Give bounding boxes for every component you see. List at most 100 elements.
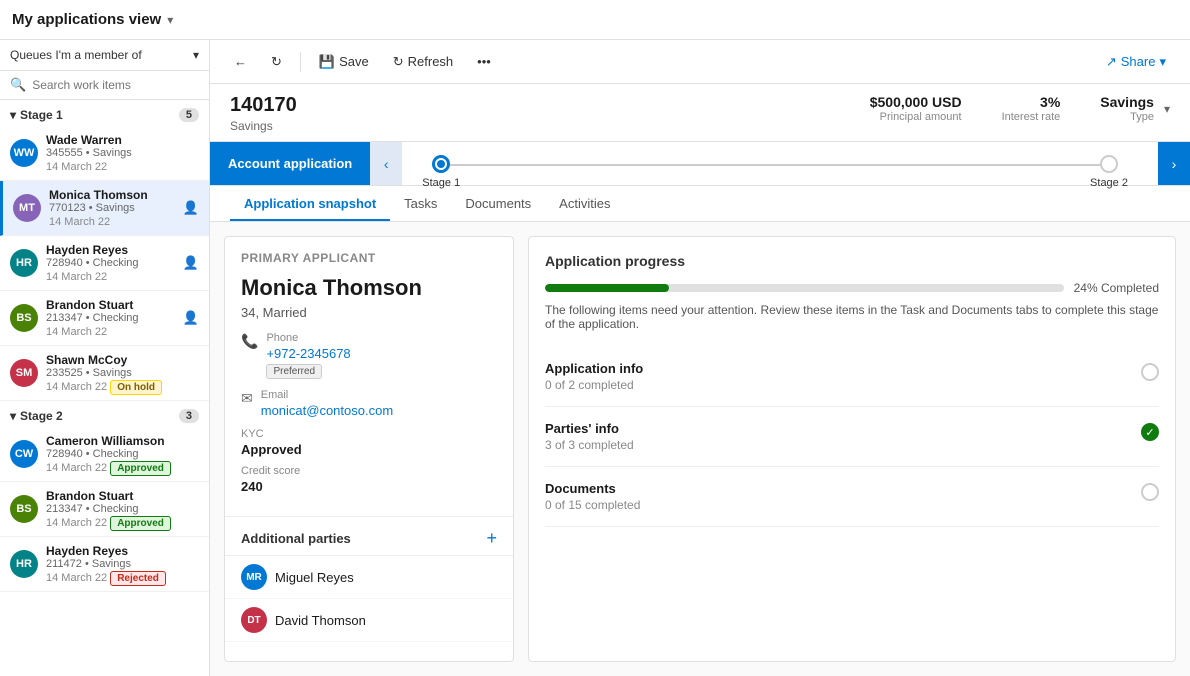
record-meta-group: $500,000 USD Principal amount 3% Interes… <box>870 94 1170 123</box>
phone-value[interactable]: +972-2345678 <box>266 346 350 361</box>
chevron-left-icon: ‹ <box>384 156 389 172</box>
add-party-button[interactable]: + <box>486 529 497 547</box>
item-info: Brandon Stuart 213347 • Checking 14 Marc… <box>46 489 199 529</box>
progress-item-icon <box>1141 363 1159 381</box>
progress-items: Application info 0 of 2 completed Partie… <box>545 347 1159 527</box>
party-name: David Thomson <box>275 613 366 628</box>
forward-button[interactable]: ↻ <box>261 49 292 75</box>
progress-item: Documents 0 of 15 completed <box>545 467 1159 527</box>
status-badge: On hold <box>110 380 162 395</box>
avatar: MT <box>13 194 41 222</box>
list-item[interactable]: HR Hayden Reyes 728940 • Checking 14 Mar… <box>0 236 209 291</box>
assign-icon[interactable]: 👤 <box>183 255 199 271</box>
assign-icon[interactable]: 👤 <box>183 200 199 216</box>
stage-nav-prev-button[interactable]: ‹ <box>370 142 402 185</box>
record-meta: $500,000 USD Principal amount 3% Interes… <box>870 94 1154 123</box>
avatar: BS <box>10 304 38 332</box>
search-icon: 🔍 <box>10 77 26 93</box>
meta-expand-icon[interactable]: ▾ <box>1164 102 1170 116</box>
progress-item-name: Application info <box>545 361 643 376</box>
item-name: Wade Warren <box>46 133 199 147</box>
list-item[interactable]: BS Brandon Stuart 213347 • Checking 14 M… <box>0 291 209 346</box>
item-date: 14 March 22 Rejected <box>46 572 199 584</box>
circle-done-icon: ✓ <box>1141 423 1159 441</box>
email-label: Email <box>261 389 393 401</box>
item-sub: 211472 • Savings <box>46 558 199 570</box>
item-name: Shawn McCoy <box>46 353 199 367</box>
share-button[interactable]: ↗ Share ▾ <box>1096 49 1176 75</box>
phone-label: Phone <box>266 332 350 344</box>
item-sub: 345555 • Savings <box>46 147 199 159</box>
avatar: DT <box>241 607 267 633</box>
stage-2-label: Stage 2 <box>1090 177 1128 189</box>
tab-tasks[interactable]: Tasks <box>390 186 451 221</box>
kyc-label: KYC <box>241 428 497 440</box>
avatar: BS <box>10 495 38 523</box>
tab-activities[interactable]: Activities <box>545 186 624 221</box>
item-info: Brandon Stuart 213347 • Checking 14 Marc… <box>46 298 175 338</box>
item-sub: 213347 • Checking <box>46 503 199 515</box>
progress-item: Application info 0 of 2 completed <box>545 347 1159 407</box>
status-badge: Rejected <box>110 571 166 586</box>
stage-bar: Account application ‹ Stage 1 Stage 2 <box>210 142 1190 186</box>
progress-item-sub: 3 of 3 completed <box>545 438 634 452</box>
avatar: MR <box>241 564 267 590</box>
credit-value: 240 <box>241 479 497 494</box>
stage-active-button[interactable]: Account application <box>210 142 370 185</box>
queue-selector[interactable]: Queues I'm a member of ▾ <box>0 40 209 71</box>
item-date: 14 March 22 On hold <box>46 381 199 393</box>
list-item[interactable]: SM Shawn McCoy 233525 • Savings 14 March… <box>0 346 209 401</box>
email-value[interactable]: monicat@contoso.com <box>261 403 393 418</box>
tab-application-snapshot[interactable]: Application snapshot <box>230 186 390 221</box>
item-sub: 728940 • Checking <box>46 257 175 269</box>
item-date: 14 March 22 <box>46 161 199 173</box>
back-button[interactable]: ← <box>224 49 257 74</box>
interest-label: Interest rate <box>1002 111 1061 123</box>
chevron-down-icon[interactable]: ▾ <box>167 13 173 27</box>
more-icon: ••• <box>477 54 491 69</box>
progress-bar-bg <box>545 284 1064 292</box>
savings-label: Type <box>1100 111 1154 123</box>
app-title: My applications view <box>12 11 161 28</box>
stage-1-toggle-icon: ▾ <box>10 108 16 122</box>
refresh-label: Refresh <box>408 54 454 69</box>
credit-row: Credit score 240 <box>241 465 497 494</box>
save-button[interactable]: 💾 Save <box>309 49 379 75</box>
avatar: CW <box>10 440 38 468</box>
more-button[interactable]: ••• <box>467 49 501 74</box>
share-icon: ↗ <box>1106 54 1117 70</box>
additional-parties-header: Additional parties + <box>225 517 513 556</box>
email-icon: ✉ <box>241 390 253 407</box>
stage-2-label: Stage 2 <box>20 409 179 423</box>
stage-2-node: Stage 2 <box>1100 155 1118 173</box>
list-item-active[interactable]: MT Monica Thomson 770123 • Savings 14 Ma… <box>0 181 209 236</box>
record-header: 140170 Savings $500,000 USD Principal am… <box>210 84 1190 142</box>
refresh-button[interactable]: ↻ Refresh <box>383 49 463 75</box>
stage-1-header[interactable]: ▾ Stage 1 5 <box>0 100 209 126</box>
panel-left: Primary applicant Monica Thomson 34, Mar… <box>224 236 514 662</box>
content-area: ← ↻ 💾 Save ↻ Refresh ••• ↗ Share ▾ <box>210 40 1190 676</box>
stage-2-header[interactable]: ▾ Stage 2 3 <box>0 401 209 427</box>
stage-line <box>432 164 1118 166</box>
phone-icon: 📞 <box>241 333 258 350</box>
assign-icon[interactable]: 👤 <box>183 310 199 326</box>
chevron-right-icon: › <box>1172 156 1177 172</box>
list-item[interactable]: WW Wade Warren 345555 • Savings 14 March… <box>0 126 209 181</box>
search-input[interactable] <box>32 78 199 92</box>
panel-right: Application progress 24% Completed The f… <box>528 236 1176 662</box>
primary-applicant-section: Primary applicant Monica Thomson 34, Mar… <box>225 237 513 517</box>
tab-documents[interactable]: Documents <box>451 186 545 221</box>
preferred-badge: Preferred <box>266 364 322 379</box>
list-item[interactable]: CW Cameron Williamson 728940 • Checking … <box>0 427 209 482</box>
stage-nav-next-button[interactable]: › <box>1158 142 1190 185</box>
principal-amount: $500,000 USD Principal amount <box>870 94 962 123</box>
queue-label: Queues I'm a member of <box>10 48 142 62</box>
panels: Primary applicant Monica Thomson 34, Mar… <box>210 222 1190 676</box>
item-date: 14 March 22 <box>46 271 175 283</box>
savings-type: Savings Type <box>1100 94 1154 123</box>
progress-note: The following items need your attention.… <box>545 303 1159 331</box>
list-item[interactable]: HR Hayden Reyes 211472 • Savings 14 Marc… <box>0 537 209 592</box>
progress-item: Parties' info 3 of 3 completed ✓ <box>545 407 1159 467</box>
list-item[interactable]: BS Brandon Stuart 213347 • Checking 14 M… <box>0 482 209 537</box>
avatar: HR <box>10 550 38 578</box>
